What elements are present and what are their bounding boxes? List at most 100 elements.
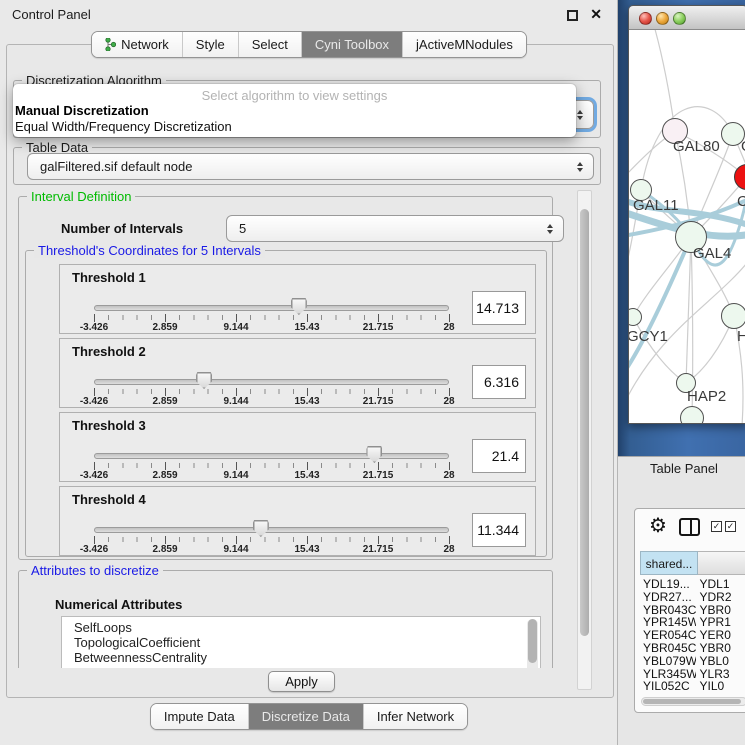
attributes-list-scrollbar[interactable] [527, 619, 538, 668]
threshold-3-value-field[interactable]: 21.4 [472, 439, 526, 473]
table-row[interactable]: YDR27...YDR2 [640, 590, 745, 603]
mac-close-button[interactable] [639, 12, 652, 25]
table-row[interactable]: YLR345WYLR3 [640, 667, 745, 680]
table-horizontal-scrollbar[interactable] [641, 697, 745, 706]
tick-label: 15.43 [294, 396, 319, 407]
combo-arrows-icon [577, 110, 583, 120]
table-data-combobox[interactable]: galFiltered.sif default node [27, 153, 594, 180]
apply-button[interactable]: Apply [268, 671, 335, 692]
threshold-2-panel: Threshold 2 -3.426 2.859 9.144 15.43 21.… [59, 338, 536, 408]
column-header-name[interactable]: n [698, 551, 745, 575]
tick-label: 28 [443, 470, 454, 481]
popup-item-equal-width-frequency[interactable]: Equal Width/Frequency Discretization [15, 119, 232, 134]
threshold-2-value-field[interactable]: 6.316 [472, 365, 526, 399]
table-row[interactable]: YER054CYER0 [640, 628, 745, 641]
algorithm-dropdown-popup: Select algorithm to view settings Manual… [13, 84, 576, 137]
cell: YBL079W [640, 654, 696, 667]
popup-item-manual-discretization[interactable]: Manual Discretization [15, 103, 149, 118]
table-data-group: Table Data galFiltered.sif default node [13, 147, 601, 185]
tab-discretize-data[interactable]: Discretize Data [248, 704, 363, 729]
combo-arrows-icon [547, 224, 553, 234]
number-of-intervals-combobox[interactable]: 5 [226, 215, 564, 242]
tab-label: Style [196, 32, 225, 57]
cell: YPR145W [640, 615, 696, 628]
network-icon [105, 38, 116, 51]
tab-jactivemnodules[interactable]: jActiveMNodules [402, 32, 526, 57]
mac-zoom-button[interactable] [673, 12, 686, 25]
slider-thumb[interactable] [291, 298, 307, 315]
cell: YBR043C [640, 603, 696, 616]
table-row[interactable]: YBR045CYBR0 [640, 641, 745, 654]
node-bottom[interactable] [680, 406, 704, 424]
tab-label: Infer Network [377, 704, 454, 729]
tick-label: 15.43 [294, 544, 319, 555]
table-row[interactable]: YPR145WYPR1 [640, 615, 745, 628]
cell: YER054C [640, 628, 696, 641]
thresholds-group: Threshold's Coordinates for 5 Intervals … [25, 250, 547, 557]
slider-track[interactable] [94, 305, 449, 311]
table-rows: YDL19...YDL1 YDR27...YDR2 YBR043CYBR0 YP… [640, 577, 745, 691]
slider-minor-ticks [94, 537, 450, 542]
list-item-betweennesscentrality[interactable]: BetweennessCentrality [62, 650, 540, 665]
network-canvas[interactable]: GAL80 G GAL11 C GAL4 GCY1 H HAP2 [629, 30, 745, 424]
slider-track[interactable] [94, 379, 449, 385]
scrollbar-thumb[interactable] [528, 619, 537, 663]
tab-impute-data[interactable]: Impute Data [151, 704, 248, 729]
tab-select[interactable]: Select [238, 32, 301, 57]
tick-label: 2.859 [152, 544, 177, 555]
cell: YPR1 [696, 615, 745, 628]
tab-label: Cyni Toolbox [315, 32, 389, 57]
slider-track[interactable] [94, 453, 449, 459]
settings-scroll-area: Interval Definition Number of Intervals … [13, 190, 576, 668]
number-of-intervals-value: 5 [227, 221, 547, 236]
tab-cyni-toolbox[interactable]: Cyni Toolbox [301, 32, 402, 57]
table-row[interactable]: YBR043CYBR0 [640, 603, 745, 616]
tab-network[interactable]: Network [92, 32, 182, 57]
cell: YDL1 [696, 577, 745, 590]
scrollbar-thumb[interactable] [580, 209, 589, 636]
cell: YDR2 [696, 590, 745, 603]
node-right-low[interactable] [721, 303, 745, 329]
cell: YDR27... [640, 590, 696, 603]
slider-track[interactable] [94, 527, 449, 533]
cell: YIL0 [696, 679, 745, 691]
threshold-1-value-field[interactable]: 14.713 [472, 291, 526, 325]
tick-label: 9.144 [223, 396, 248, 407]
threshold-4-value-field[interactable]: 11.344 [472, 513, 526, 547]
tab-infer-network[interactable]: Infer Network [363, 704, 467, 729]
tick-label: 2.859 [152, 470, 177, 481]
tab-label: Select [252, 32, 288, 57]
threshold-1-panel: Threshold 1 -3.426 2.859 9.144 15.43 21.… [59, 264, 536, 334]
column-header-shared-name[interactable]: shared... [640, 551, 698, 575]
cell: YLR3 [696, 667, 745, 680]
slider-thumb[interactable] [253, 520, 269, 537]
close-icon[interactable]: ✕ [590, 6, 602, 23]
checkbox-icon[interactable]: ✓ [711, 521, 722, 532]
threshold-1-label: Threshold 1 [72, 270, 146, 285]
tab-label: jActiveMNodules [416, 32, 513, 57]
group-title-attributes: Attributes to discretize [27, 563, 163, 578]
scrollbar-thumb[interactable] [643, 699, 741, 704]
split-columns-icon[interactable] [679, 518, 700, 536]
settings-vertical-scrollbar[interactable] [577, 190, 592, 690]
table-row[interactable]: YBL079WYBL0 [640, 654, 745, 667]
node-attribute-table: shared... n YDL19...YDL1 YDR27...YDR2 YB… [640, 551, 745, 712]
mac-minimize-button[interactable] [656, 12, 669, 25]
slider-thumb[interactable] [196, 372, 212, 389]
tick-label: 28 [443, 322, 454, 333]
control-panel-titlebar: Control Panel ✕ [0, 0, 618, 28]
checkbox-icon[interactable]: ✓ [725, 521, 736, 532]
gear-icon[interactable]: ⚙ [649, 515, 667, 537]
group-title-thresholds: Threshold's Coordinates for 5 Intervals [34, 243, 265, 258]
numerical-attributes-list: SelfLoops TopologicalCoefficient Between… [61, 616, 541, 668]
table-row[interactable]: YDL19...YDL1 [640, 577, 745, 590]
table-row[interactable]: YIL052CYIL0 [640, 679, 745, 691]
tick-label: 15.43 [294, 322, 319, 333]
list-item-topologicalcoefficient[interactable]: TopologicalCoefficient [62, 635, 540, 650]
tab-label: Discretize Data [262, 704, 350, 729]
list-item-selfloops[interactable]: SelfLoops [62, 617, 540, 635]
tab-style[interactable]: Style [182, 32, 238, 57]
float-window-icon[interactable] [567, 10, 578, 21]
slider-thumb[interactable] [366, 446, 382, 463]
cell: YBR045C [640, 641, 696, 654]
